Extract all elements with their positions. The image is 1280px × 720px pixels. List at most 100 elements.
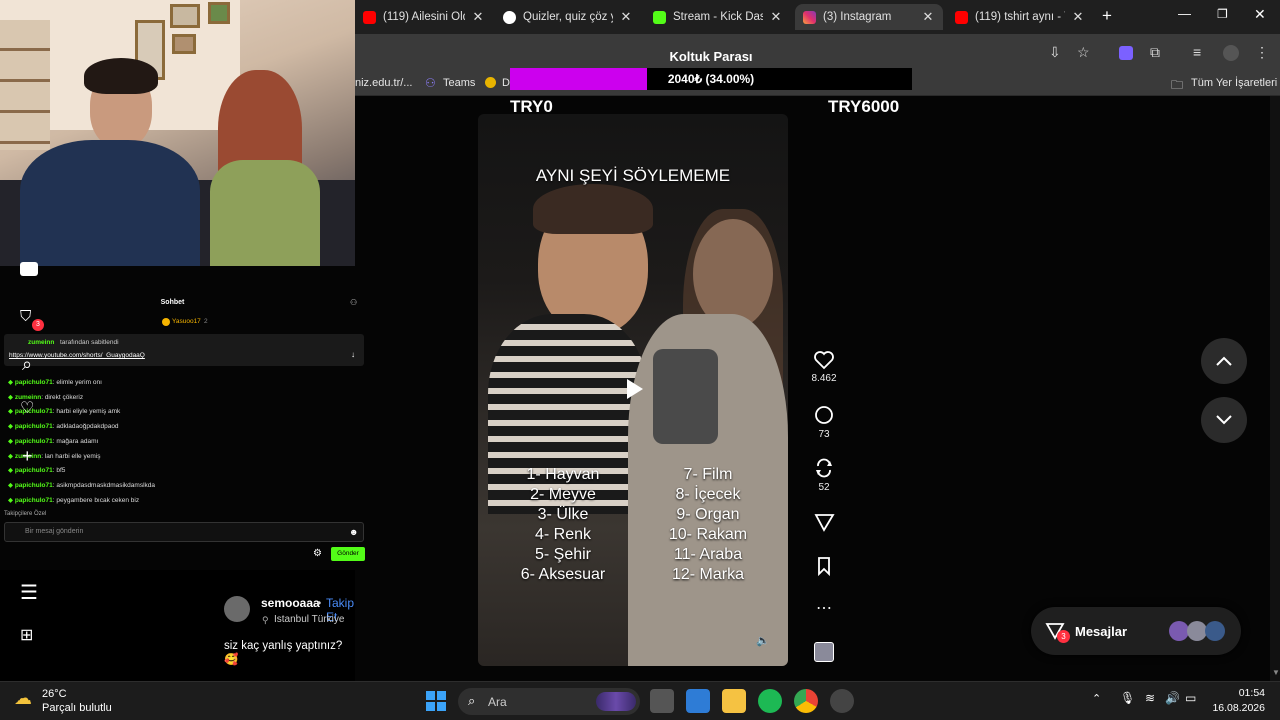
top-gifter[interactable]: Yasuoo17 <box>172 318 201 325</box>
obs-icon[interactable] <box>830 689 854 713</box>
bookmark-partial[interactable]: niz.edu.tr/... <box>355 77 412 89</box>
close-icon[interactable]: ✕ <box>471 9 485 25</box>
store-icon[interactable] <box>686 689 710 713</box>
repost-button[interactable]: 52 <box>804 457 844 493</box>
chat-message: ◆ papichulo71: adkladaoğpdakdpaod <box>8 422 119 430</box>
search-placeholder: Ara <box>488 695 507 709</box>
bookmark-teams[interactable]: Teams <box>443 77 475 89</box>
play-icon[interactable] <box>621 376 647 402</box>
avatar[interactable] <box>224 596 250 622</box>
chat-username[interactable]: papichulo71 <box>15 482 53 489</box>
browser-tab-youtube-2[interactable]: (119) tshirt aynı - You ✕ <box>947 4 1093 30</box>
badge-icon: ◆ <box>8 452 15 460</box>
chat-username[interactable]: papichulo71 <box>15 467 53 474</box>
browser-tab-quiz[interactable]: Quizler, quiz çöz ya d ✕ <box>495 4 641 30</box>
window-close-button[interactable]: ✕ <box>1254 6 1266 23</box>
weather-desc[interactable]: Parçalı bulutlu <box>42 702 112 714</box>
all-bookmarks[interactable]: Tüm Yer İşaretleri <box>1191 77 1277 89</box>
install-app-icon[interactable]: ⇩ <box>1049 44 1061 61</box>
bookmark-star-icon[interactable]: ☆ <box>1077 44 1090 61</box>
blue-shirt <box>20 140 200 266</box>
badge-icon: ◆ <box>8 496 15 504</box>
chat-username[interactable]: papichulo71 <box>15 497 53 504</box>
chat-username[interactable]: papichulo71 <box>15 423 53 430</box>
save-button[interactable] <box>804 555 844 580</box>
category-item: 5- Şehir <box>534 546 592 563</box>
windows-start-icon[interactable] <box>426 691 446 711</box>
audio-thumbnail[interactable] <box>814 642 834 662</box>
maximize-button[interactable]: ❐ <box>1217 7 1228 21</box>
chat-input[interactable]: Bir mesaj gönderin ☻ <box>4 522 364 542</box>
tab-title: (119) tshirt aynı - You <box>975 11 1065 23</box>
plus-icon[interactable]: + <box>22 446 33 467</box>
taskbar-search[interactable]: ⌕ Ara <box>458 688 640 715</box>
wifi-icon[interactable]: ≋ <box>1145 691 1155 705</box>
avatar <box>1187 621 1207 641</box>
menu-hamburger-icon[interactable]: ☰ <box>20 580 38 605</box>
folder-icon: 🗀 <box>1171 78 1184 92</box>
next-reel-button[interactable] <box>1201 397 1247 443</box>
messages-button[interactable]: 3 Mesajlar <box>1031 607 1241 655</box>
minimize-button[interactable]: — <box>1178 6 1191 21</box>
profile-avatar-icon[interactable] <box>1223 45 1239 61</box>
chat-text: bf5 <box>56 467 66 475</box>
picture-frame <box>172 34 196 54</box>
tray-chevron-up-icon[interactable]: ⌃ <box>1092 692 1101 705</box>
volume-icon[interactable]: 🔊 <box>1165 691 1180 705</box>
emoji-icon[interactable]: ☻ <box>349 527 358 537</box>
filter-icon[interactable]: ⛉ <box>20 308 31 325</box>
heart-icon[interactable]: ♡ <box>20 398 34 418</box>
search-icon[interactable]: ⌕ <box>22 354 32 375</box>
post-location[interactable]: Istanbul Türkiye <box>274 614 344 625</box>
scrollbar[interactable]: ▼ <box>1270 96 1280 681</box>
clock-time[interactable]: 01:54 <box>1217 687 1265 699</box>
menu-kebab-icon[interactable]: ⋮ <box>1255 44 1269 61</box>
picture-frame <box>208 2 230 24</box>
clock-date[interactable]: 16.08.2026 <box>1205 702 1265 714</box>
spotify-icon[interactable] <box>758 689 782 713</box>
gift-icon <box>162 318 170 326</box>
chrome-icon[interactable] <box>794 689 818 713</box>
chevron-down-icon[interactable]: ↓ <box>351 350 355 359</box>
category-item: 8- İçecek <box>675 486 741 503</box>
extension-icon[interactable] <box>1119 46 1133 60</box>
send-button[interactable]: Gönder <box>331 547 365 561</box>
more-options-icon[interactable]: ⋯ <box>804 598 844 618</box>
close-icon[interactable]: ✕ <box>921 9 935 25</box>
like-button[interactable]: 8.462 <box>804 350 844 384</box>
apps-grid-icon[interactable]: ⊞ <box>20 625 33 645</box>
browser-tab-instagram[interactable]: (3) Instagram ✕ <box>795 4 943 30</box>
comment-icon <box>815 406 833 424</box>
microphone-icon[interactable]: 🎙 <box>1120 691 1135 705</box>
close-icon[interactable]: ✕ <box>1071 9 1085 25</box>
chevron-down-icon <box>1216 415 1232 425</box>
media-control-icon[interactable]: ≡ <box>1193 44 1201 60</box>
weather-icon[interactable]: ☁ <box>14 688 32 709</box>
close-icon[interactable]: ✕ <box>619 9 633 25</box>
weather-temp[interactable]: 26°C <box>42 688 67 700</box>
browser-tab-youtube-1[interactable]: (119) Ailesini Öldürüp ✕ <box>355 4 493 30</box>
post-username[interactable]: semooaaa <box>261 596 320 610</box>
new-tab-button[interactable]: + <box>1102 6 1112 26</box>
browser-tab-kick[interactable]: Stream - Kick Dashbo ✕ <box>645 4 791 30</box>
chat-username[interactable]: papichulo71 <box>15 379 53 386</box>
bookmark-d[interactable]: D <box>502 77 510 89</box>
task-view-icon[interactable] <box>650 689 674 713</box>
notification-badge: 3 <box>32 319 44 331</box>
scroll-down-arrow-icon[interactable]: ▼ <box>1272 668 1280 677</box>
file-explorer-icon[interactable] <box>722 689 746 713</box>
chat-username[interactable]: papichulo71 <box>15 438 53 445</box>
close-icon[interactable]: ✕ <box>769 9 783 25</box>
extensions-puzzle-icon[interactable]: ⧉ <box>1150 44 1160 61</box>
share-button[interactable] <box>804 511 844 536</box>
reel-video[interactable]: AYNI ŞEYİ SÖYLEMEME 1- Hayvan 2- Meyve 3- … <box>478 114 788 666</box>
previous-reel-button[interactable] <box>1201 338 1247 384</box>
battery-icon[interactable]: ▭ <box>1185 691 1196 705</box>
category-item: 3- Ülke <box>537 506 589 523</box>
settings-gear-icon[interactable]: ⚙ <box>313 548 322 559</box>
mute-icon[interactable]: 🔈 <box>756 634 770 647</box>
chat-users-icon[interactable]: ⚇ <box>350 298 357 307</box>
youtube-icon[interactable] <box>20 262 38 276</box>
pinned-by[interactable]: zumeinn <box>28 339 54 346</box>
comment-button[interactable]: 73 <box>804 404 844 440</box>
